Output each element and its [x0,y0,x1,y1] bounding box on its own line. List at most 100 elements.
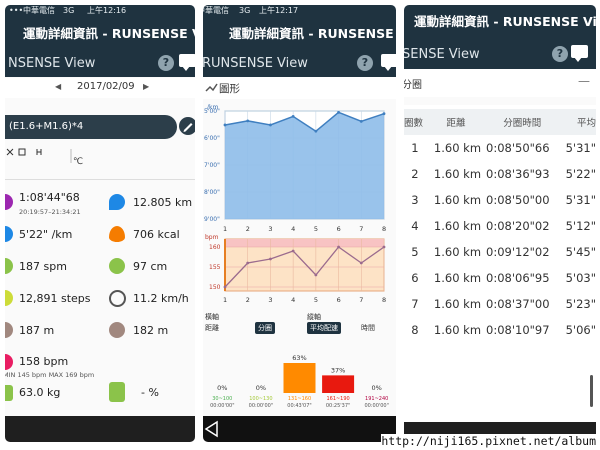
stride-icon [109,258,125,274]
y-tick-label: 7'00" [204,162,220,169]
descent-value: 182 m [133,324,169,337]
pace-point [314,129,318,133]
temperature-unit: ℃ [73,157,84,167]
x-option-lap[interactable]: 分圈 [255,322,275,334]
y-axis-unit: bpm [205,234,219,241]
prev-date-button[interactable]: ◀ [55,82,61,91]
x-tick-label: 6 [337,296,341,304]
time-range-value: 20:19:57–21:34:21 [19,208,81,216]
lap-cell-pace: 5'12" [565,219,596,233]
lap-row[interactable]: 7 1.60 km 0:08'37"00 5'23" [404,291,596,317]
heart-icon [5,354,13,370]
header-distance: 距離 [446,118,466,129]
back-icon[interactable] [203,419,223,439]
lap-row[interactable]: 6 1.60 km 0:08'06"95 5'03" [404,265,596,291]
graph-screen: 中華電信 3G 上午12:17 運動詳細資訊 - RUNSENSE View R… [203,5,396,442]
help-icon[interactable]: ? [552,46,568,62]
carrier-label: 中華電信 [203,6,229,15]
lap-row[interactable]: 2 1.60 km 0:08'36"93 5'22" [404,161,596,187]
app-title-bar: 運動詳細資訊 - RUNSENSE View [404,5,596,41]
y-tick-label: 160 [209,244,221,251]
help-icon[interactable]: ? [357,55,373,71]
workout-name-field[interactable]: (E1.6+M1.6)*4 [5,115,177,139]
pace-point [291,115,295,118]
laps-table-container: 圈數 距離 分圈時間 平均 1 1.60 km 0:08'50"66 5'31" 2 1.… [404,105,596,442]
zone-range-label: 191~240 [365,396,388,402]
x-tick-label: 4 [291,296,295,304]
message-icon[interactable] [571,45,588,62]
lap-row[interactable]: 8 1.60 km 0:08'10"97 5'06" [404,317,596,343]
collapse-icon[interactable]: — [578,74,590,88]
heart-rate-value: 158 bpm [19,355,69,368]
lap-cell-n: 7 [411,297,419,311]
y-option-pace[interactable]: 平均配速 [307,322,341,334]
zone-range-label: 161~190 [326,396,349,402]
nav-bar [203,416,396,442]
summary-screen: ••• 中華電信 3G 上午12:16 運動詳細資訊 - RUNSENSE V … [5,5,195,442]
pace-value: 5'22" /km [19,228,73,241]
lap-cell-time: 0:08'10"97 [486,323,550,337]
header-lap: 圈數 [404,118,424,129]
app-title: 運動詳細資訊 - RUNSENSE View [414,14,596,29]
descent-icon [109,322,125,338]
date-label: 2017/02/09 [77,81,135,92]
lap-cell-time: 0:09'12"02 [486,245,550,259]
lap-row[interactable]: 5 1.60 km 0:09'12"02 5'45" [404,239,596,265]
pace-point [246,119,250,123]
body-fat-value: - % [141,386,159,399]
pace-point [382,112,386,116]
zone-range-label: 30~100 [212,396,232,402]
lap-cell-dist: 1.60 km [433,245,482,259]
zone-bar [283,363,316,393]
message-icon[interactable] [179,54,195,71]
distance-value: 12.805 km [133,196,193,209]
lap-cell-time: 0:08'06"95 [486,271,550,285]
lap-cell-pace: 5'03" [565,271,596,285]
clock-label: 上午12:17 [259,6,299,15]
pace-chart: /km5'00"6'00"7'00"8'00"9'00"1 2 3 4 5 6 7 8 [204,104,386,233]
runsense-bar: NSENSE View ? [5,50,195,77]
help-icon[interactable]: ? [158,55,174,71]
pace-point [359,119,363,123]
lap-row[interactable]: 1 1.60 km 0:08'50"66 5'31" [404,135,596,161]
signal-icon: ••• [9,6,24,15]
lap-row[interactable]: 4 1.60 km 0:08'20"02 5'12" [404,213,596,239]
flame-icon [109,226,125,242]
zone-time-label: 00:43'07" [287,403,311,409]
runsense-title: SENSE View [404,47,480,62]
lap-cell-dist: 1.60 km [433,193,482,207]
y-tick-label: 150 [209,284,221,291]
status-bar: ••• 中華電信 3G 上午12:16 [5,5,195,17]
y-option-time[interactable]: 時間 [361,323,375,333]
x-option-distance[interactable]: 距離 [205,323,219,333]
app-title: 運動詳細資訊 - RUNSENSE View [229,26,396,41]
cadence-value: 187 spm [19,260,67,273]
heart-rate-point [382,245,386,249]
next-date-button[interactable]: ▶ [143,82,149,91]
pace-area [225,112,384,219]
message-icon[interactable] [381,54,396,71]
graph-section-title: 圖形 [219,83,240,95]
scrollbar[interactable] [590,375,593,407]
lap-row[interactable]: 3 1.60 km 0:08'50"00 5'31" [404,187,596,213]
edit-button[interactable] [179,117,195,135]
upper-zone-band [225,239,384,247]
weight-icon [5,385,13,401]
weight-value: 63.0 kg [19,386,61,399]
lap-cell-n: 8 [411,323,419,337]
y-axis-title: 縱軸 [307,313,321,321]
watermark: http://niji165.pixnet.net/album [381,434,596,448]
zone-range-label: 131~160 [288,396,311,402]
lap-cell-n: 1 [411,141,419,155]
heart-rate-zone-chart: 0%30~10000:00'00"0%100~13000:00'00"63%13… [210,354,389,409]
footprints-icon [5,258,13,274]
lap-cell-pace: 5'45" [565,245,596,259]
runsense-bar: SENSE View ? [404,41,596,69]
heart-rate-point [223,285,227,289]
zone-time-label: 00:00'00" [364,403,388,409]
laps-section-header: 分圈 — [404,69,596,97]
shoe-icon [5,290,13,306]
x-tick-label: 5 [314,296,318,304]
lap-cell-dist: 1.60 km [433,297,482,311]
pace-point [269,123,272,127]
